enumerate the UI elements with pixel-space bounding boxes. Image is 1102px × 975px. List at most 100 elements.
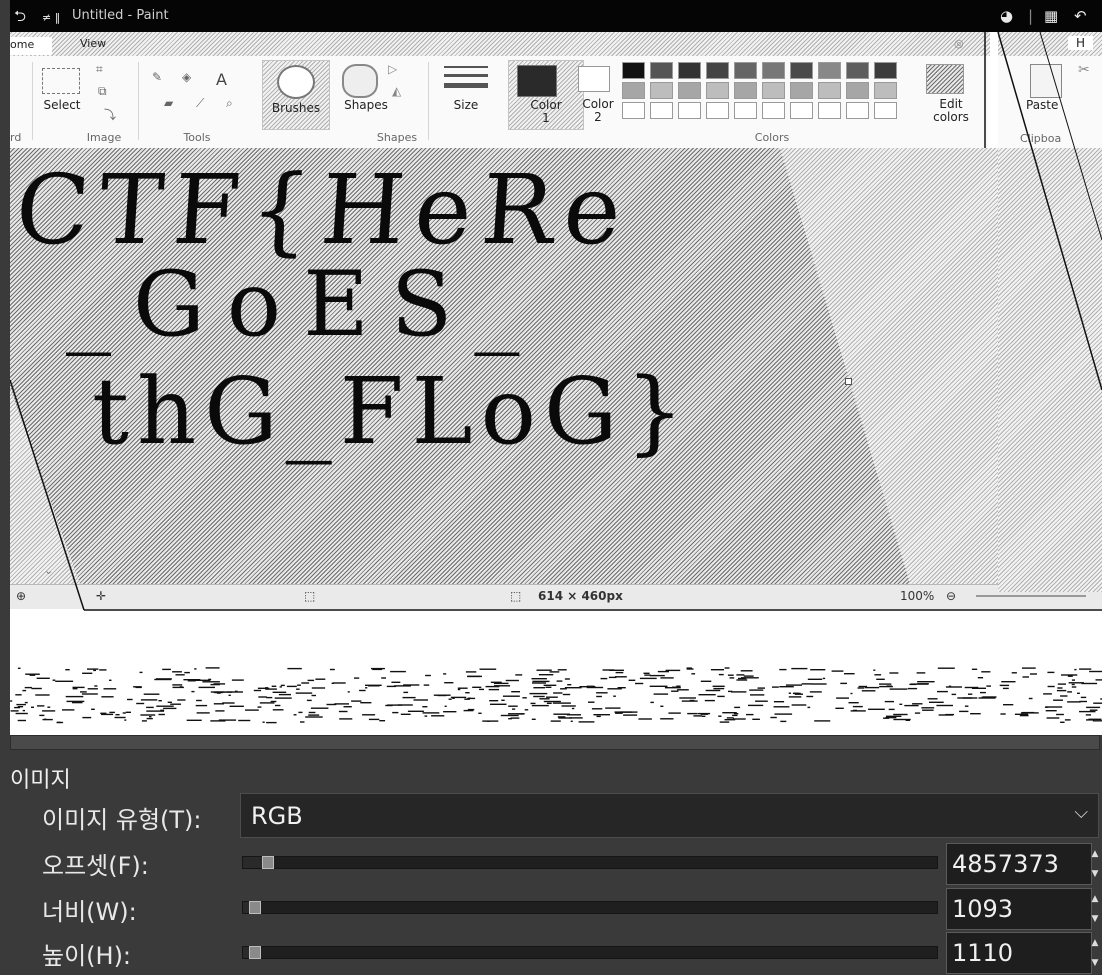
- noise-dash: [332, 682, 346, 684]
- spin-down-icon[interactable]: ▼: [1089, 864, 1101, 884]
- noise-dash: [557, 669, 567, 671]
- noise-dash: [1079, 710, 1096, 713]
- image-type-select[interactable]: RGB ⌵: [240, 793, 1099, 838]
- noise-dash: [977, 677, 984, 679]
- noise-dash: [743, 675, 754, 677]
- noise-dash: [876, 678, 885, 680]
- noise-dash: [1079, 668, 1092, 670]
- height-slider[interactable]: [242, 946, 938, 959]
- offset-spinbox[interactable]: 4857373 ▲ ▼: [946, 843, 1098, 885]
- noise-dash: [72, 701, 83, 704]
- spin-down-icon[interactable]: ▼: [1089, 953, 1101, 973]
- noise-dash: [508, 713, 525, 715]
- noise-dash: [844, 673, 855, 675]
- noise-dash: [258, 696, 267, 698]
- noise-dash: [1089, 670, 1102, 673]
- noise-dash: [726, 717, 734, 719]
- noise-dash: [736, 674, 745, 676]
- width-spinbox[interactable]: 1093 ▲ ▼: [946, 888, 1098, 930]
- noise-dash: [413, 699, 428, 701]
- noise-dash: [467, 675, 482, 678]
- noise-dash: [1011, 672, 1017, 674]
- noise-dash: [888, 708, 895, 711]
- noise-dash: [488, 688, 500, 691]
- noise-dash: [444, 705, 447, 707]
- noise-dash: [704, 699, 715, 702]
- noise-dash: [1092, 720, 1102, 722]
- noise-dash: [82, 672, 93, 674]
- noise-dash: [809, 691, 822, 693]
- noise-dash: [945, 686, 962, 688]
- noise-dash: [951, 693, 957, 696]
- noise-dash: [1002, 687, 1009, 690]
- offset-slider[interactable]: [242, 856, 938, 869]
- noise-dash: [639, 677, 657, 680]
- noise-dash: [596, 695, 602, 698]
- noise-dash: [1089, 709, 1098, 711]
- height-slider-knob[interactable]: [249, 946, 261, 959]
- noise-dash: [1043, 693, 1052, 695]
- noise-dash: [478, 712, 482, 714]
- noise-dash: [1057, 683, 1066, 685]
- noise-dash: [717, 695, 725, 698]
- noise-dash: [785, 684, 802, 686]
- noise-dash: [172, 671, 182, 673]
- noise-dash: [657, 670, 669, 673]
- horizontal-scrollbar[interactable]: [10, 735, 1100, 750]
- noise-dash: [546, 702, 552, 704]
- noise-dash: [146, 710, 165, 712]
- noise-dash: [638, 718, 652, 720]
- noise-dash: [780, 720, 787, 723]
- noise-dash: [1067, 675, 1073, 677]
- noise-dash: [1071, 686, 1077, 688]
- noise-dash: [186, 719, 202, 721]
- noise-dash: [487, 720, 490, 722]
- noise-dash: [259, 702, 275, 704]
- noise-dash: [588, 701, 595, 703]
- noise-dash: [208, 678, 212, 681]
- noise-dash: [533, 695, 545, 698]
- noise-dash: [37, 705, 45, 707]
- noise-dash: [981, 671, 991, 673]
- noise-dash: [1056, 689, 1067, 692]
- noise-dash: [986, 685, 991, 687]
- spin-up-icon[interactable]: ▲: [1089, 933, 1101, 953]
- noise-dash: [365, 687, 368, 689]
- noise-dash: [385, 704, 393, 707]
- noise-dash: [109, 679, 112, 681]
- spin-down-icon[interactable]: ▼: [1089, 909, 1101, 929]
- noise-dash: [194, 668, 197, 670]
- noise-dash: [649, 685, 668, 687]
- noise-dash: [1044, 706, 1049, 708]
- noise-dash: [100, 712, 107, 714]
- noise-dash: [561, 705, 576, 707]
- noise-dash: [1086, 719, 1095, 721]
- height-spin-arrows[interactable]: ▲ ▼: [1089, 933, 1101, 973]
- width-spin-arrows[interactable]: ▲ ▼: [1089, 889, 1101, 929]
- noise-dash: [937, 690, 948, 693]
- noise-dash: [691, 673, 696, 675]
- noise-dash: [512, 708, 516, 710]
- noise-dash: [141, 720, 147, 722]
- noise-dash: [605, 707, 621, 709]
- noise-dash: [423, 684, 430, 686]
- noise-dash: [850, 692, 853, 695]
- offset-slider-knob[interactable]: [262, 856, 275, 869]
- width-slider-knob[interactable]: [249, 901, 261, 914]
- spin-up-icon[interactable]: ▲: [1089, 889, 1101, 909]
- noise-dash: [1028, 697, 1033, 700]
- noise-dash: [788, 696, 802, 698]
- noise-dash: [443, 711, 457, 713]
- offset-spin-arrows[interactable]: ▲ ▼: [1089, 844, 1101, 884]
- height-spinbox[interactable]: 1110 ▲ ▼: [946, 932, 1098, 974]
- noise-dash: [99, 669, 107, 671]
- noise-dash: [122, 712, 126, 714]
- noise-dash: [861, 690, 876, 692]
- noise-dash: [170, 703, 181, 705]
- spin-up-icon[interactable]: ▲: [1089, 844, 1101, 864]
- noise-dash: [424, 715, 428, 717]
- noise-dash: [124, 719, 127, 721]
- width-slider[interactable]: [242, 901, 938, 914]
- noise-dash: [791, 667, 808, 670]
- noise-dash: [422, 712, 440, 714]
